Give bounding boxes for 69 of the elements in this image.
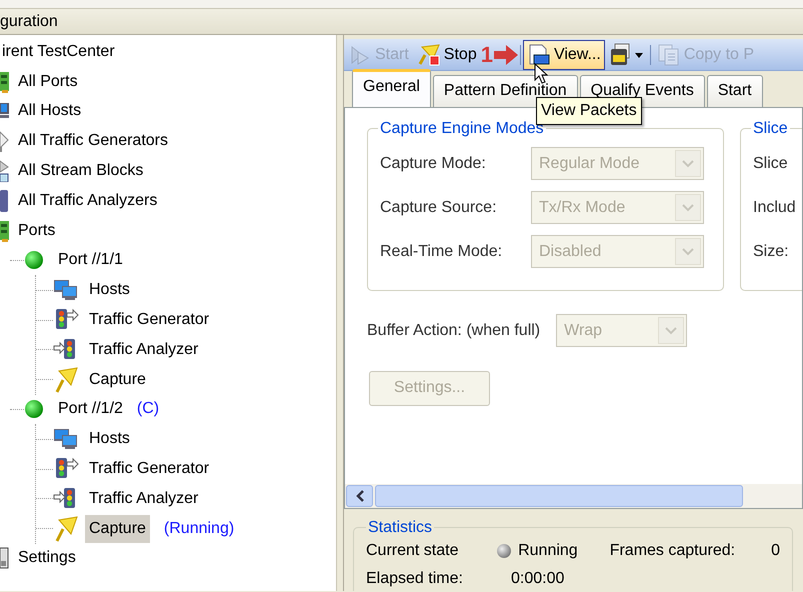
tree-item[interactable]: Capture — [85, 514, 150, 543]
chevron-down-icon — [665, 326, 678, 335]
panel-title: guration — [0, 13, 58, 30]
view-button[interactable]: View... — [522, 40, 605, 70]
tree-item[interactable]: Settings — [18, 546, 76, 570]
tree-item[interactable]: Traffic Generator — [89, 457, 210, 482]
status-tag: (Running) — [164, 516, 234, 541]
tree-item[interactable]: Traffic Analyzer — [89, 338, 198, 362]
tree-item[interactable]: All Traffic Analyzers — [18, 188, 158, 213]
tree-item[interactable]: Hosts — [89, 427, 130, 452]
cursor-icon — [534, 63, 548, 85]
tree-item[interactable]: Capture — [89, 368, 146, 392]
copy-icon — [656, 44, 681, 66]
scrollbar-thumb[interactable] — [375, 485, 743, 507]
tree-item[interactable]: Hosts — [89, 278, 130, 302]
computers-icon — [53, 428, 79, 450]
group-title: Statistics — [367, 519, 434, 537]
field-label: Capture Mode: — [380, 154, 487, 174]
callout-number: 1 — [480, 44, 493, 66]
field-label: Capture Source: — [380, 198, 498, 218]
document-icon — [526, 44, 551, 66]
chevron-down-icon — [682, 160, 694, 168]
field-label: Size: — [753, 242, 789, 262]
group-title: Slice — [752, 120, 789, 138]
callout-arrow-icon — [494, 44, 518, 64]
stat-label: Elapsed time: — [366, 568, 464, 589]
tooltip: View Packets — [536, 97, 642, 125]
field-label: Includ — [753, 198, 796, 218]
field-label: Real-Time Mode: — [380, 242, 504, 262]
status-dot-icon — [24, 250, 44, 270]
field-label: Slice — [753, 154, 788, 174]
tab[interactable]: Start — [706, 75, 763, 107]
tab[interactable]: General — [352, 69, 431, 107]
caret-icon — [634, 50, 644, 58]
tree-item[interactable]: Traffic Analyzer — [89, 486, 198, 511]
stat-value: 0:00:00 — [511, 568, 564, 589]
net-icon — [53, 516, 79, 542]
tree-item[interactable]: Port //1/1 — [58, 248, 123, 272]
chevron-left-icon — [356, 490, 364, 502]
monitor-icon — [0, 102, 10, 120]
tree-item[interactable]: Traffic Generator — [89, 308, 210, 332]
stat-value: 0 — [771, 540, 780, 561]
scroll-left-button[interactable] — [346, 485, 373, 507]
stream-icon — [0, 160, 10, 182]
chevron-down-icon — [682, 248, 694, 256]
panel-icon — [0, 188, 10, 213]
port-card-icon — [0, 220, 10, 242]
computers-icon — [53, 279, 79, 302]
tree-item[interactable]: Ports — [18, 218, 56, 243]
stop-button[interactable]: Stop — [412, 40, 481, 70]
tree-item[interactable]: irent TestCenter — [2, 40, 115, 64]
stat-label: Current state — [366, 540, 460, 561]
stat-value: Running — [518, 540, 578, 561]
arrow-icon — [0, 130, 10, 152]
net-icon — [53, 366, 79, 393]
tree-item[interactable]: All Hosts — [18, 99, 82, 124]
status-tag: (C) — [136, 397, 160, 422]
drive-icon — [608, 42, 631, 66]
tree-item[interactable]: Port //1/2 — [58, 397, 123, 422]
tree-item[interactable]: All Ports — [18, 70, 78, 94]
net-stop-icon — [416, 44, 441, 66]
status-dot-icon — [24, 399, 44, 420]
field-label: Buffer Action: (when full) — [367, 320, 540, 341]
port-card-icon — [0, 70, 10, 93]
tree-item[interactable]: All Stream Blocks — [18, 159, 144, 184]
settings-icon — [0, 547, 10, 570]
stat-label: Frames captured: — [610, 540, 736, 561]
tree-item[interactable]: All Traffic Generators — [18, 129, 168, 154]
chevron-down-icon — [682, 204, 694, 212]
